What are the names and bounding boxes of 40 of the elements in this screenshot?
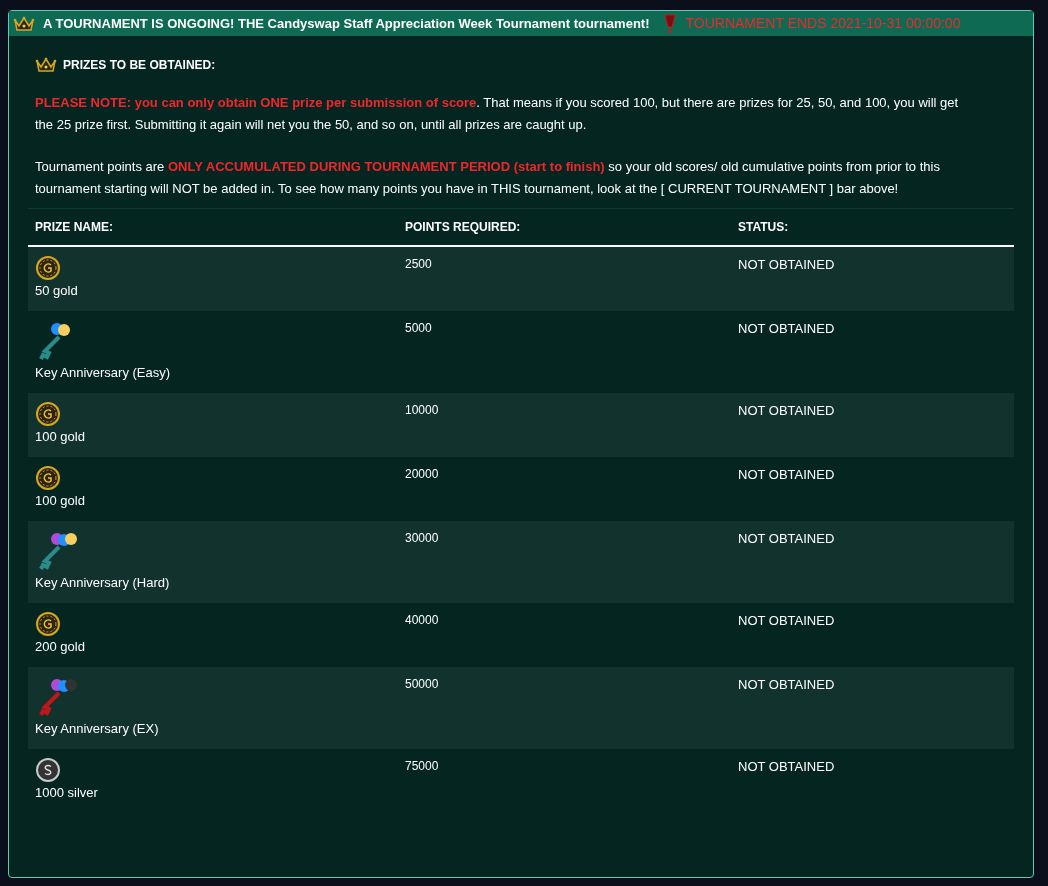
prize-name: Key Anniversary (EX) [35,720,159,738]
column-header: STATUS: [738,219,790,236]
points-required: 5000 [405,320,433,337]
prize-name: 50 gold [35,282,78,300]
prize-status: NOT OBTAINED [738,612,836,630]
coin-icon [35,255,61,281]
column-header: PRIZE NAME: [35,219,114,236]
prize-status: NOT OBTAINED [738,402,836,420]
prize-name: Key Anniversary (Hard) [35,574,170,592]
prize-status: NOT OBTAINED [738,530,836,548]
prize-status: NOT OBTAINED [738,466,836,484]
points-required: 20000 [405,466,440,483]
points-required: 50000 [405,676,440,693]
prize-status: NOT OBTAINED [738,320,836,338]
coin-icon [35,465,61,491]
points-required: 30000 [405,530,440,547]
banner-title: A TOURNAMENT IS ONGOING! THE Candyswap Staff Appreciation Week Tournament tournament! [43,14,650,33]
info-paragraph: PLEASE NOTE: you can only obtain ONE prize per submission of score. That means if you scored 100, but there are prizes for 25, 50, and 100, you will get the 25 prize first. Submitting it again will net you the 50, and so on, until all prizes are caught up. [35,94,960,134]
points-required: 2500 [405,256,433,273]
prize-name: 100 gold [35,428,85,446]
points-required: 40000 [405,612,440,629]
prize-name: 200 gold [35,638,85,656]
coin-icon [35,757,61,783]
coin-icon [35,611,61,637]
prize-status: NOT OBTAINED [738,676,836,694]
crown-icon [13,14,35,33]
prize-name: 1000 silver [35,784,98,802]
warning-icon [663,13,678,34]
prizes-heading: PRIZES TO BE OBTAINED: [63,57,216,74]
prize-status: NOT OBTAINED [738,758,836,776]
coin-icon [35,401,61,427]
prize-name: Key Anniversary (Easy) [35,364,171,382]
prize-name: 100 gold [35,492,85,510]
prize-status: NOT OBTAINED [738,256,836,274]
points-required: 75000 [405,758,440,775]
tournament-end-time: TOURNAMENT ENDS 2021-10-31 00:00:00 [685,14,961,33]
points-required: 10000 [405,402,440,419]
column-header: POINTS REQUIRED: [405,219,522,236]
info-paragraph: Tournament points are ONLY ACCUMULATED DURING TOURNAMENT PERIOD (start to finish) so your old scores/ old cumulative points from prior to this tournament starting will NOT be added in. To see how many points you have in THIS tournament, look at the [ CURRENT TOURNAMENT ] bar above! [35,158,941,198]
crown-icon [35,56,57,74]
